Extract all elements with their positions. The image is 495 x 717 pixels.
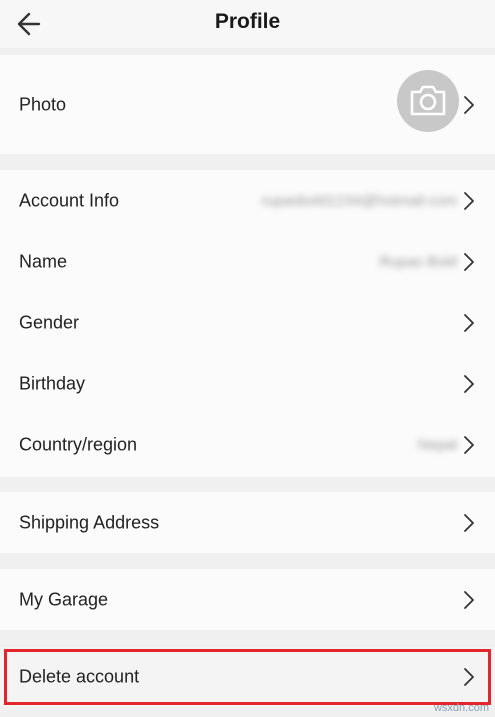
- delete-account-label: Delete account: [19, 666, 140, 687]
- shipping-section: Shipping Address: [0, 492, 495, 553]
- name-value: Rupas Bold: [379, 253, 457, 270]
- chevron-right-icon: [464, 252, 474, 271]
- header-bar: Profile: [0, 0, 495, 48]
- camera-icon: [410, 85, 446, 116]
- chevron-right-icon: [464, 435, 474, 454]
- account-section: Account Info rupasbold1234@hotmail.com N…: [0, 170, 495, 477]
- account-info-label: Account Info: [19, 190, 120, 210]
- chevron-right-icon: [464, 374, 474, 393]
- my-garage-row[interactable]: My Garage: [0, 569, 495, 630]
- chevron-right-icon: [464, 95, 474, 114]
- chevron-right-icon: [464, 590, 474, 609]
- chevron-right-icon: [464, 668, 474, 686]
- garage-section: My Garage: [0, 569, 495, 630]
- watermark: wsxdn.com: [433, 702, 489, 714]
- photo-label: Photo: [19, 94, 67, 114]
- account-info-value: rupasbold1234@hotmail.com: [261, 192, 457, 209]
- delete-account-row[interactable]: Delete account: [0, 647, 495, 707]
- country-label: Country/region: [19, 434, 138, 454]
- delete-section: Delete account: [0, 647, 495, 707]
- gender-label: Gender: [19, 312, 80, 332]
- country-row[interactable]: Country/region Nepal: [0, 414, 495, 475]
- name-label: Name: [19, 251, 68, 271]
- chevron-right-icon: [464, 191, 474, 210]
- page-title: Profile: [214, 10, 281, 33]
- shipping-address-row[interactable]: Shipping Address: [0, 492, 495, 553]
- shipping-address-label: Shipping Address: [19, 512, 160, 532]
- gender-row[interactable]: Gender: [0, 292, 495, 353]
- country-value: Nepal: [417, 436, 457, 453]
- chevron-right-icon: [464, 313, 474, 332]
- account-info-row[interactable]: Account Info rupasbold1234@hotmail.com: [0, 170, 495, 231]
- name-row[interactable]: Name Rupas Bold: [0, 231, 495, 292]
- my-garage-label: My Garage: [19, 589, 109, 609]
- avatar[interactable]: [397, 70, 459, 132]
- birthday-label: Birthday: [19, 373, 86, 393]
- birthday-row[interactable]: Birthday: [0, 353, 495, 414]
- chevron-right-icon: [464, 513, 474, 532]
